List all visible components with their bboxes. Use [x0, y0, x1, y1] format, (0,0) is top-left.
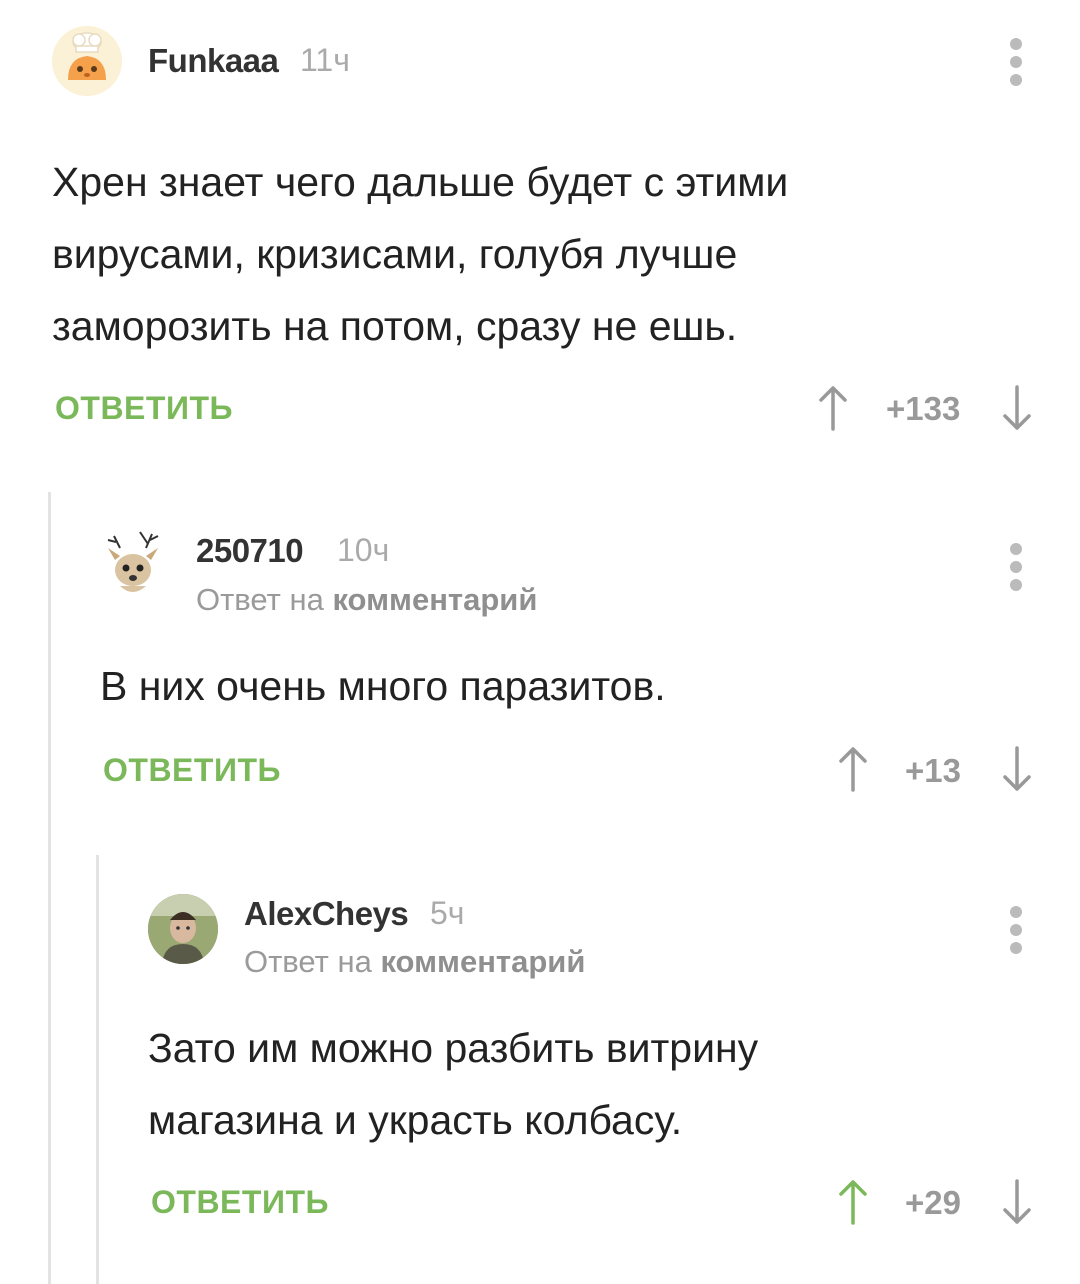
- author-name[interactable]: Funkaaa: [148, 42, 279, 80]
- kebab-menu-icon[interactable]: [1010, 906, 1024, 960]
- author-name[interactable]: 250710: [196, 532, 304, 570]
- arrow-down-icon[interactable]: [1002, 1179, 1032, 1225]
- reply-to-prefix: Ответ на: [244, 944, 372, 979]
- score: +13: [905, 752, 961, 789]
- comment-text-line: заморозить на потом, сразу не ешь.: [52, 303, 738, 349]
- comment-text-line: В них очень много паразитов.: [100, 663, 666, 709]
- kebab-menu-icon[interactable]: [1010, 38, 1024, 92]
- comment-text-line: магазина и украсть колбасу.: [148, 1097, 683, 1143]
- reply-button[interactable]: ОТВЕТИТЬ: [55, 390, 233, 427]
- comment-text: Хрен знает чего дальше будет с этими вир…: [52, 146, 788, 362]
- comment-text-line: Зато им можно разбить витрину: [148, 1025, 759, 1071]
- reply-to: Ответ на комментарий: [244, 944, 585, 980]
- score: +133: [886, 390, 961, 427]
- reply-to-link[interactable]: комментарий: [332, 582, 537, 617]
- user-photo-avatar-icon: [148, 894, 218, 964]
- thread-line-level-2: [96, 855, 99, 1284]
- reply-to: Ответ на комментарий: [196, 582, 537, 618]
- reply-to-prefix: Ответ на: [196, 582, 324, 617]
- score: +29: [905, 1184, 961, 1221]
- thread-line-level-1: [48, 492, 51, 1284]
- arrow-down-icon[interactable]: [1002, 746, 1032, 792]
- arrow-down-icon[interactable]: [1002, 385, 1032, 431]
- comment-time: 11ч: [300, 42, 350, 78]
- author-name[interactable]: AlexCheys: [244, 895, 409, 933]
- kebab-menu-icon[interactable]: [1010, 543, 1024, 597]
- arrow-up-icon[interactable]: [838, 746, 868, 792]
- comment-time: 10ч: [337, 532, 390, 568]
- avatar[interactable]: [148, 894, 218, 964]
- reply-to-link[interactable]: комментарий: [380, 944, 585, 979]
- reply-button[interactable]: ОТВЕТИТЬ: [151, 1184, 329, 1221]
- reply-button[interactable]: ОТВЕТИТЬ: [103, 752, 281, 789]
- comment-1: Funkaaa 11ч Хрен знает чего дальше будет…: [0, 0, 1080, 460]
- comment-text-line: Хрен знает чего дальше будет с этими: [52, 159, 789, 205]
- dog-antlers-avatar-icon: [107, 531, 159, 592]
- avatar[interactable]: [52, 26, 122, 96]
- comment-text-line: вирусами, кризисами, голубя лучше: [52, 231, 738, 277]
- comment-time: 5ч: [430, 895, 465, 931]
- cat-chef-avatar-icon: [52, 26, 122, 96]
- arrow-up-icon[interactable]: [818, 385, 848, 431]
- arrow-up-icon[interactable]: [838, 1179, 868, 1225]
- comment-text: В них очень много паразитов.: [100, 650, 666, 722]
- avatar[interactable]: [100, 530, 166, 596]
- comment-text: Зато им можно разбить витрину магазина и…: [148, 1012, 758, 1156]
